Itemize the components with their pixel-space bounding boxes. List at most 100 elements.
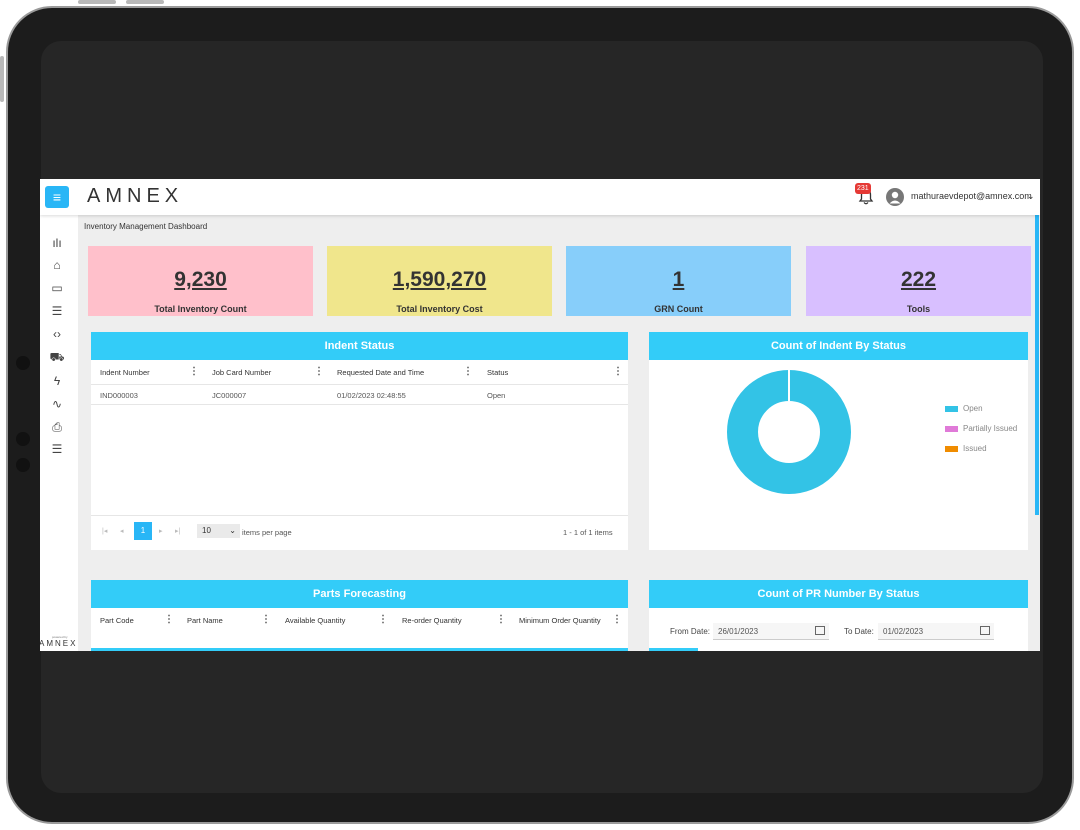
from-date-value: 26/01/2023 — [718, 627, 759, 636]
column-menu-icon[interactable]: ⋮ — [463, 366, 473, 377]
kpi-card-inventory-count: 9,230 Total Inventory Count — [88, 246, 313, 316]
panel-title: Indent Status — [91, 332, 628, 360]
tablet-button — [78, 0, 116, 4]
kpi-card-grn-count: 1 GRN Count — [566, 246, 791, 316]
user-avatar-icon[interactable] — [886, 188, 904, 206]
column-header[interactable]: Job Card Number — [212, 368, 271, 377]
column-menu-icon[interactable]: ⋮ — [189, 366, 199, 377]
from-date-field[interactable]: 26/01/2023 — [713, 623, 829, 640]
donut-chart — [727, 370, 851, 494]
pager-range: 1 - 1 of 1 items — [563, 528, 613, 537]
pr-status-panel: Count of PR Number By Status From Date: … — [649, 580, 1028, 651]
from-date-label: From Date: — [670, 627, 711, 636]
bar-chart-icon[interactable]: ılı — [49, 235, 65, 251]
tablet-button — [0, 56, 4, 102]
parts-forecasting-panel: Parts Forecasting Part Code ⋮ Part Name … — [91, 580, 628, 651]
user-email[interactable]: mathuraevdepot@amnex.com — [911, 191, 1032, 201]
tab-indicator — [649, 648, 698, 651]
column-header[interactable]: Part Name — [187, 616, 223, 625]
chevron-down-icon[interactable]: ⌄ — [1027, 191, 1035, 202]
menu-button[interactable]: ≡ — [45, 186, 69, 208]
sidebar: powered by AMNEX ılı ⌂ ▭ ☰ ‹› ⛟ ϟ ∿ ⎙ ☰ — [40, 215, 78, 651]
first-page-icon[interactable]: |◂ — [102, 527, 107, 535]
kpi-value[interactable]: 9,230 — [88, 268, 313, 292]
panel-title: Parts Forecasting — [91, 580, 628, 608]
to-date-field[interactable]: 01/02/2023 — [878, 623, 994, 640]
column-menu-icon[interactable]: ⋮ — [612, 614, 622, 625]
settings-sliders-icon[interactable]: ☰ — [49, 441, 65, 457]
next-page-icon[interactable]: ▸ — [159, 527, 163, 535]
prev-page-icon[interactable]: ◂ — [120, 527, 124, 535]
indent-chart-panel: Count of Indent By Status Open Partially … — [649, 332, 1028, 550]
sliders-icon[interactable]: ☰ — [49, 303, 65, 319]
column-header[interactable]: Status — [487, 368, 508, 377]
camera-dot — [16, 432, 30, 446]
column-header[interactable]: Available Quantity — [285, 616, 345, 625]
kpi-value[interactable]: 222 — [806, 268, 1031, 292]
column-header[interactable]: Requested Date and Time — [337, 368, 424, 377]
truck-icon[interactable]: ⛟ — [49, 349, 65, 365]
table-cell: JC000007 — [212, 391, 247, 400]
page-size-select[interactable]: 10 ⌄ — [197, 524, 240, 538]
column-menu-icon[interactable]: ⋮ — [613, 366, 623, 377]
divider — [91, 515, 628, 516]
sidebar-logo: AMNEX — [40, 639, 78, 648]
legend-swatch — [945, 426, 958, 432]
page-size-value: 10 — [202, 526, 211, 535]
kpi-label: Tools — [906, 304, 931, 314]
items-per-page-label: items per page — [242, 528, 292, 537]
divider — [91, 404, 628, 405]
legend-swatch — [945, 406, 958, 412]
table-cell: 01/02/2023 02:48:55 — [337, 391, 406, 400]
column-menu-icon[interactable]: ⋮ — [164, 614, 174, 625]
scrollbar[interactable] — [1035, 215, 1039, 515]
breadcrumb: Inventory Management Dashboard — [84, 222, 208, 231]
camera-dot — [16, 458, 30, 472]
kpi-card-tools: 222 Tools — [806, 246, 1031, 316]
legend-label[interactable]: Issued — [963, 444, 987, 453]
app-logo: AMNEX — [87, 185, 184, 207]
legend-label[interactable]: Partially Issued — [963, 424, 1017, 433]
panel-title: Count of Indent By Status — [649, 332, 1028, 360]
column-header[interactable]: Re-order Quantity — [402, 616, 462, 625]
kpi-label: Total Inventory Count — [154, 304, 247, 314]
panel-footer-bar — [91, 648, 628, 651]
legend-label[interactable]: Open — [963, 404, 983, 413]
home-icon[interactable]: ⌂ — [49, 257, 65, 273]
calendar-icon[interactable] — [980, 626, 990, 635]
column-menu-icon[interactable]: ⋮ — [496, 614, 506, 625]
map-icon[interactable]: ▭ — [49, 280, 65, 296]
column-menu-icon[interactable]: ⋮ — [261, 614, 271, 625]
file-plus-icon[interactable]: ⎙ — [49, 419, 65, 435]
activity-icon[interactable]: ∿ — [49, 396, 65, 412]
to-date-value: 01/02/2023 — [883, 627, 924, 636]
kpi-value[interactable]: 1,590,270 — [327, 268, 552, 292]
divider — [91, 384, 628, 385]
table-cell: Open — [487, 391, 506, 400]
legend-swatch — [945, 446, 958, 452]
column-menu-icon[interactable]: ⋮ — [378, 614, 388, 625]
kpi-value[interactable]: 1 — [566, 268, 791, 292]
camera-dot — [16, 356, 30, 370]
column-header[interactable]: Indent Number — [100, 368, 150, 377]
kpi-label: Total Inventory Cost — [396, 304, 483, 314]
tablet-button — [126, 0, 164, 4]
column-header[interactable]: Minimum Order Quantity — [519, 616, 601, 625]
calendar-icon[interactable] — [815, 626, 825, 635]
code-icon[interactable]: ‹› — [49, 326, 65, 342]
lightning-icon[interactable]: ϟ — [49, 373, 65, 389]
table-cell: IND000003 — [100, 391, 138, 400]
panel-title: Count of PR Number By Status — [649, 580, 1028, 608]
last-page-icon[interactable]: ▸| — [175, 527, 180, 535]
to-date-label: To Date: — [844, 627, 874, 636]
app-screen: ≡ AMNEX 231 mathuraevdepot@amnex.com ⌄ p… — [40, 179, 1040, 651]
indent-status-panel: Indent Status Indent Number ⋮ Job Card N… — [91, 332, 628, 550]
page-number-button[interactable]: 1 — [134, 522, 152, 540]
chevron-down-icon: ⌄ — [229, 526, 236, 535]
main-content: Inventory Management Dashboard 9,230 Tot… — [78, 215, 1040, 651]
kpi-label: GRN Count — [654, 304, 703, 314]
column-header[interactable]: Part Code — [100, 616, 134, 625]
column-menu-icon[interactable]: ⋮ — [314, 366, 324, 377]
notification-badge: 231 — [855, 183, 871, 194]
top-bar: ≡ AMNEX 231 mathuraevdepot@amnex.com ⌄ — [40, 179, 1040, 215]
